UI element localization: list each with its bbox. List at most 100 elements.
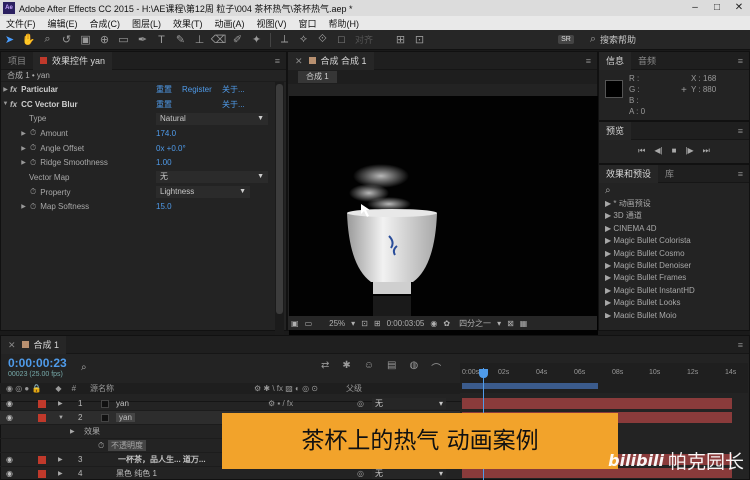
scrollbar-thumb[interactable] xyxy=(276,84,283,314)
list-item[interactable]: ▶ Magic Bullet InstantHD xyxy=(599,285,749,297)
layer-switches[interactable]: ⚙ ▪ / fx xyxy=(268,399,293,408)
expand-arrow-icon[interactable]: ▶ xyxy=(70,428,75,435)
pan-behind-tool-icon[interactable]: ⊕ xyxy=(95,31,114,49)
next-frame-icon[interactable]: |▶ xyxy=(685,146,693,156)
collapse-arrow-icon[interactable]: ▼ xyxy=(58,415,64,421)
stopwatch-icon[interactable]: ⏱ xyxy=(30,158,36,168)
list-item[interactable]: ▶ CINEMA 4D xyxy=(599,223,749,235)
snapshot-icon[interactable]: ▣ xyxy=(291,319,299,328)
expand-arrow-icon[interactable]: ▶ xyxy=(58,456,63,463)
property-dropdown[interactable]: Lightness ▼ xyxy=(156,186,250,199)
source-name-header[interactable]: 源名称 xyxy=(90,383,114,394)
tab-project[interactable]: 项目 xyxy=(1,52,33,70)
stop-icon[interactable]: ■ xyxy=(672,146,677,156)
layer-name[interactable]: 一杯茶，品人生... 道万... xyxy=(118,454,206,465)
visibility-eye-icon[interactable]: ◉ xyxy=(6,413,13,422)
region-icon[interactable]: ⊠ xyxy=(507,319,514,328)
type-tool-icon[interactable]: T xyxy=(152,31,171,49)
first-frame-icon[interactable]: ⏮ xyxy=(638,146,645,156)
layer-search-icon[interactable]: ⌕ xyxy=(81,362,87,373)
rectangle-tool-icon[interactable]: ▭ xyxy=(114,31,133,49)
camera-tool-icon[interactable]: ▣ xyxy=(76,31,95,49)
menu-help[interactable]: 帮助(H) xyxy=(323,17,366,30)
layer-name[interactable]: 黑色 纯色 1 xyxy=(116,468,157,479)
vector-map-dropdown[interactable]: 无 ▼ xyxy=(156,171,268,184)
monitor-icon[interactable]: ▭ xyxy=(305,319,313,328)
reset-link[interactable]: 重置 xyxy=(156,84,172,95)
effect-cc-vector-blur[interactable]: ▼ fx CC Vector Blur 重置 关于... xyxy=(1,97,286,112)
expand-arrow-icon[interactable]: ▶ xyxy=(19,145,28,152)
menu-view[interactable]: 视图(V) xyxy=(251,17,293,30)
frame-blending-icon[interactable]: ▤ xyxy=(387,360,396,375)
clone-stamp-tool-icon[interactable]: ⊥ xyxy=(190,31,209,49)
tab-audio[interactable]: 音频 xyxy=(631,52,663,70)
panel-menu-icon[interactable]: ≡ xyxy=(738,169,743,179)
list-item[interactable]: ▶ 3D 通道 xyxy=(599,210,749,222)
amount-value[interactable]: 174.0 xyxy=(156,129,176,138)
camera-icon[interactable]: ◉ xyxy=(430,319,437,328)
zoom-tool-icon[interactable]: ⌕ xyxy=(38,31,57,49)
menu-window[interactable]: 窗口 xyxy=(293,17,323,30)
tab-libraries[interactable]: 库 xyxy=(658,165,681,183)
panel-menu-icon[interactable]: ≡ xyxy=(738,56,743,66)
align-checkbox-icon[interactable]: □ xyxy=(332,31,351,49)
visibility-eye-icon[interactable]: ◉ xyxy=(6,455,13,464)
expand-arrow-icon[interactable]: ▶ xyxy=(1,86,10,93)
list-item[interactable]: ▶ Magic Bullet Mojo xyxy=(599,310,749,318)
panel-menu-icon[interactable]: ≡ xyxy=(586,56,591,66)
list-item[interactable]: ▶ Magic Bullet Cosmo xyxy=(599,248,749,260)
tab-preview[interactable]: 预览 xyxy=(599,121,632,140)
hand-tool-icon[interactable]: ✋ xyxy=(19,31,38,49)
expand-arrow-icon[interactable]: ▶ xyxy=(58,470,63,477)
layer-label-color[interactable] xyxy=(38,399,46,408)
comp-mini-flowchart-icon[interactable]: ⇄ xyxy=(321,360,329,375)
snap-grid-icon[interactable]: ⊡ xyxy=(410,31,429,49)
menu-animation[interactable]: 动画(A) xyxy=(209,17,251,30)
eraser-tool-icon[interactable]: ⌫ xyxy=(209,31,228,49)
expand-arrow-icon[interactable]: ▶ xyxy=(19,130,28,137)
tab-effect-controls[interactable]: 效果控件 yan xyxy=(33,51,113,70)
workspace-badge[interactable]: SR xyxy=(558,35,574,44)
graph-editor-icon[interactable]: ⌒ xyxy=(431,360,441,375)
last-frame-icon[interactable]: ⏭ xyxy=(703,146,710,156)
quality-caret-icon[interactable]: ▾ xyxy=(497,319,501,328)
menu-effect[interactable]: 效果(T) xyxy=(167,17,209,30)
stopwatch-icon[interactable]: ⏱ xyxy=(30,187,36,197)
panel-menu-icon[interactable]: ≡ xyxy=(738,340,743,350)
rotate-tool-icon[interactable]: ↺ xyxy=(57,31,76,49)
collapse-arrow-icon[interactable]: ▼ xyxy=(1,101,10,107)
motion-blur-icon[interactable]: ◍ xyxy=(409,360,418,375)
parent-dropdown[interactable]: 无▾ xyxy=(372,398,446,409)
expand-arrow-icon[interactable]: ▶ xyxy=(19,203,28,210)
close-tab-icon[interactable]: ✕ xyxy=(8,336,16,354)
panel-menu-icon[interactable]: ≡ xyxy=(275,56,280,66)
layer-name[interactable]: yan xyxy=(116,413,135,422)
ridge-value[interactable]: 1.00 xyxy=(156,158,172,167)
maximize-icon[interactable]: □ xyxy=(706,0,728,16)
shy-icon[interactable]: ☺ xyxy=(364,360,374,375)
close-tab-icon[interactable]: ✕ xyxy=(295,52,303,70)
comp-chip[interactable]: 合成 1 xyxy=(298,71,337,83)
pickwhip-icon[interactable]: ◎ xyxy=(357,469,364,478)
minimize-icon[interactable]: – xyxy=(684,0,706,16)
softness-value[interactable]: 15.0 xyxy=(156,202,172,211)
tab-info[interactable]: 信息 xyxy=(599,51,632,70)
parent-dropdown[interactable]: 无▾ xyxy=(372,468,446,479)
parent-header[interactable]: 父级 xyxy=(346,383,362,394)
list-item[interactable]: ▶ Magic Bullet Denoiser xyxy=(599,260,749,272)
stopwatch-icon[interactable]: ⏱ xyxy=(98,441,104,451)
about-link[interactable]: 关于... xyxy=(222,99,245,110)
playhead-handle[interactable] xyxy=(479,369,488,378)
layer-track-bar[interactable] xyxy=(462,398,732,409)
layer-label-color[interactable] xyxy=(38,455,46,464)
tab-effects-presets[interactable]: 效果和预设 xyxy=(599,164,659,183)
axis-world-icon[interactable]: ⟡ xyxy=(294,31,313,49)
menu-file[interactable]: 文件(F) xyxy=(0,17,42,30)
draft-3d-icon[interactable]: ✱ xyxy=(342,360,350,375)
effects-search-input[interactable]: ⌕ xyxy=(599,183,749,198)
about-link[interactable]: 关于... xyxy=(222,84,245,95)
prev-frame-icon[interactable]: ◀| xyxy=(654,146,662,156)
layer-label-color[interactable] xyxy=(38,469,46,478)
scrollbar[interactable] xyxy=(275,82,284,372)
stopwatch-icon[interactable]: ⏱ xyxy=(30,128,36,138)
